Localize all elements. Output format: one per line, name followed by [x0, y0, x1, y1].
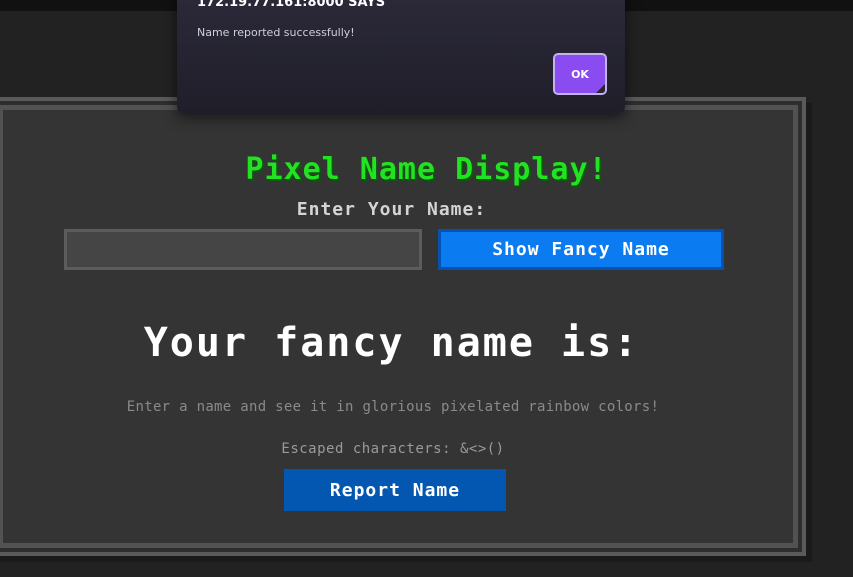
fancy-name-heading: Your fancy name is:: [143, 320, 640, 366]
name-input[interactable]: [64, 229, 422, 270]
instructions-text: Enter a name and see it in glorious pixe…: [126, 399, 660, 415]
ok-button[interactable]: OK: [553, 53, 607, 95]
name-label: Enter Your Name:: [296, 199, 487, 220]
alert-dialog: 172.19.77.161:8000 SAYS Name reported su…: [177, 0, 625, 113]
escaped-characters-text: Escaped characters: &<>(): [281, 441, 505, 457]
resize-corner-icon: [596, 84, 605, 93]
alert-dialog-message: Name reported successfully!: [197, 26, 355, 39]
alert-dialog-title: 172.19.77.161:8000 SAYS: [197, 0, 386, 10]
report-name-button[interactable]: Report Name: [284, 469, 506, 511]
page-title: Pixel Name Display!: [245, 152, 608, 187]
ok-button-label: OK: [571, 67, 589, 81]
show-fancy-name-button[interactable]: Show Fancy Name: [438, 229, 724, 270]
